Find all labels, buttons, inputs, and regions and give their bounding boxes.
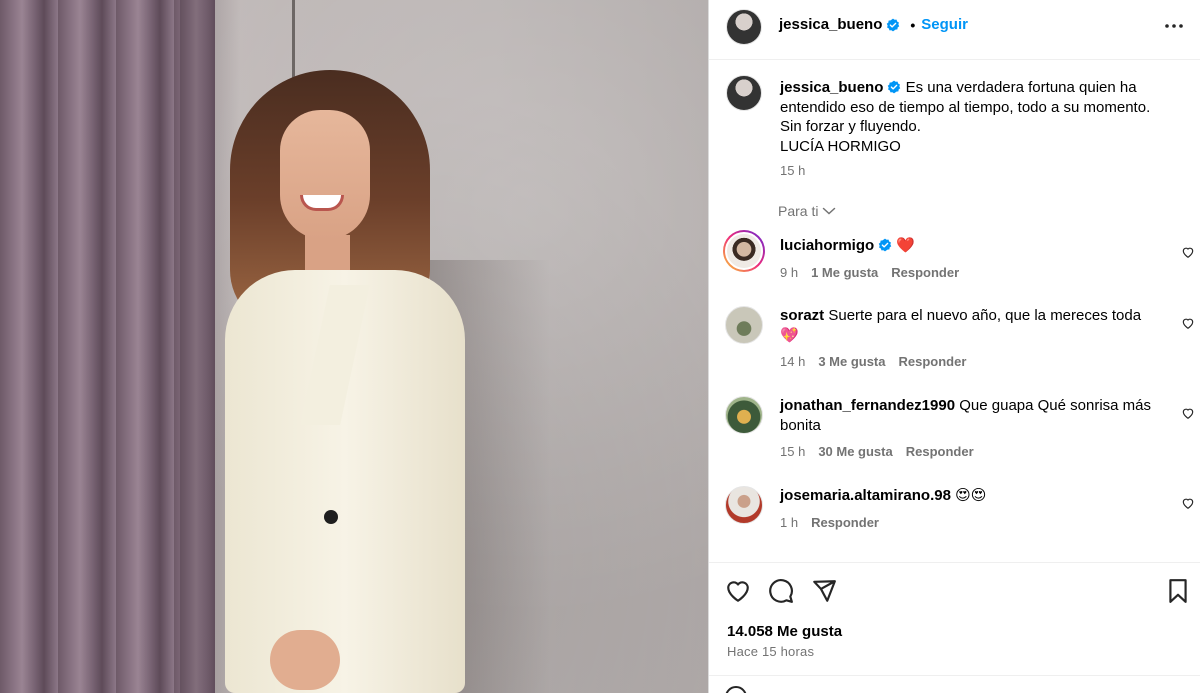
avatar-photo (725, 232, 763, 270)
caption-author-username[interactable]: jessica_bueno (780, 79, 883, 96)
heart-outline-icon[interactable] (1181, 245, 1195, 259)
comment-item: jonathan_fernandez1990 Que guapa Qué son… (725, 396, 1195, 464)
comments-filter[interactable]: Para ti (778, 203, 836, 219)
commenter-avatar[interactable] (725, 486, 763, 524)
comment-meta: 1 h Responder (780, 515, 879, 530)
post-side-panel: jessica_bueno • Seguir jessica_bueno Es … (708, 0, 1200, 693)
comment-item: sorazt Suerte para el nuevo año, que la … (725, 306, 1195, 374)
comment-text: jonathan_fernandez1990 Que guapa Qué son… (780, 396, 1155, 435)
comment-time[interactable]: 14 h (780, 354, 805, 369)
verified-badge-icon (888, 80, 901, 94)
verified-badge-icon (887, 18, 900, 31)
comment-time[interactable]: 1 h (780, 515, 798, 530)
heart-outline-icon[interactable] (1181, 316, 1195, 330)
bookmark-icon[interactable] (1165, 578, 1191, 604)
comment-text: sorazt Suerte para el nuevo año, que la … (780, 306, 1155, 345)
comment-meta: 15 h 30 Me gusta Responder (780, 444, 974, 459)
caption-line-4: LUCÍA HORMIGO (780, 137, 901, 155)
photo-jacket-button (324, 510, 338, 524)
reply-button[interactable]: Responder (891, 265, 959, 280)
actions-divider (709, 562, 1200, 563)
comment-text: luciahormigo ❤️ (780, 236, 1155, 256)
comment-item: luciahormigo ❤️ 9 h 1 Me gusta Responder (723, 230, 1195, 282)
comment-meta: 9 h 1 Me gusta Responder (780, 265, 959, 280)
commenter-username[interactable]: jonathan_fernandez1990 (780, 397, 955, 414)
commenter-username[interactable]: sorazt (780, 307, 824, 324)
more-horizontal-icon[interactable] (1162, 16, 1186, 36)
comment-body: ❤️ (896, 237, 916, 254)
heart-icon[interactable] (725, 578, 751, 604)
comment-body: Suerte para el nuevo año, que la mereces… (780, 307, 1142, 344)
comment-time[interactable]: 9 h (780, 265, 798, 280)
caption-author-avatar[interactable] (726, 75, 762, 111)
comment-item: josemaria.altamirano.98 😍😍 1 h Responder (725, 486, 1195, 536)
reply-button[interactable]: Responder (811, 515, 879, 530)
photo-face (280, 110, 370, 240)
post-action-bar (725, 578, 1187, 606)
instagram-post-view: jessica_bueno • Seguir jessica_bueno Es … (0, 0, 1200, 693)
reply-button[interactable]: Responder (899, 354, 967, 369)
caption-line-3: Sin forzar y fluyendo. (780, 118, 921, 135)
author-username[interactable]: jessica_bueno (779, 16, 882, 33)
post-header: jessica_bueno • Seguir (779, 16, 968, 33)
caption-line-1: Es una verdadera fortuna quien ha (905, 79, 1137, 96)
comment-input-divider (709, 675, 1200, 676)
commenter-avatar[interactable] (725, 306, 763, 344)
post-caption: jessica_bueno Es una verdadera fortuna q… (780, 78, 1180, 156)
post-photo[interactable] (0, 0, 708, 693)
verified-badge-icon (878, 238, 892, 252)
reply-button[interactable]: Responder (906, 444, 974, 459)
comment-meta: 14 h 3 Me gusta Responder (780, 354, 966, 369)
header-separator-dot: • (910, 16, 916, 33)
paper-plane-icon[interactable] (811, 578, 837, 604)
comment-bubble-icon[interactable] (768, 578, 794, 604)
heart-outline-icon[interactable] (1181, 496, 1195, 510)
heart-outline-icon[interactable] (1181, 406, 1195, 420)
commenter-avatar[interactable] (723, 230, 765, 272)
likes-count[interactable]: 14.058 Me gusta (727, 623, 842, 640)
comment-text: josemaria.altamirano.98 😍😍 (780, 486, 1155, 506)
photo-person (220, 70, 480, 693)
comment-time[interactable]: 15 h (780, 444, 805, 459)
photo-hands (270, 630, 340, 690)
post-timestamp[interactable]: Hace 15 horas (727, 644, 814, 659)
comment-likes[interactable]: 30 Me gusta (818, 444, 892, 459)
caption-timestamp[interactable]: 15 h (780, 163, 805, 178)
header-divider (709, 59, 1200, 60)
comment-likes[interactable]: 3 Me gusta (818, 354, 885, 369)
emoji-icon[interactable] (725, 686, 747, 693)
comment-likes[interactable]: 1 Me gusta (811, 265, 878, 280)
chevron-down-icon (823, 207, 836, 215)
commenter-username[interactable]: luciahormigo (780, 237, 874, 254)
follow-button[interactable]: Seguir (921, 16, 968, 33)
caption-line-2: entendido eso de tiempo al tiempo, todo … (780, 98, 1151, 116)
comments-filter-label: Para ti (778, 203, 819, 219)
commenter-avatar[interactable] (725, 396, 763, 434)
commenter-username[interactable]: josemaria.altamirano.98 (780, 487, 951, 504)
comment-body: 😍😍 (955, 487, 987, 504)
author-avatar[interactable] (726, 9, 762, 45)
